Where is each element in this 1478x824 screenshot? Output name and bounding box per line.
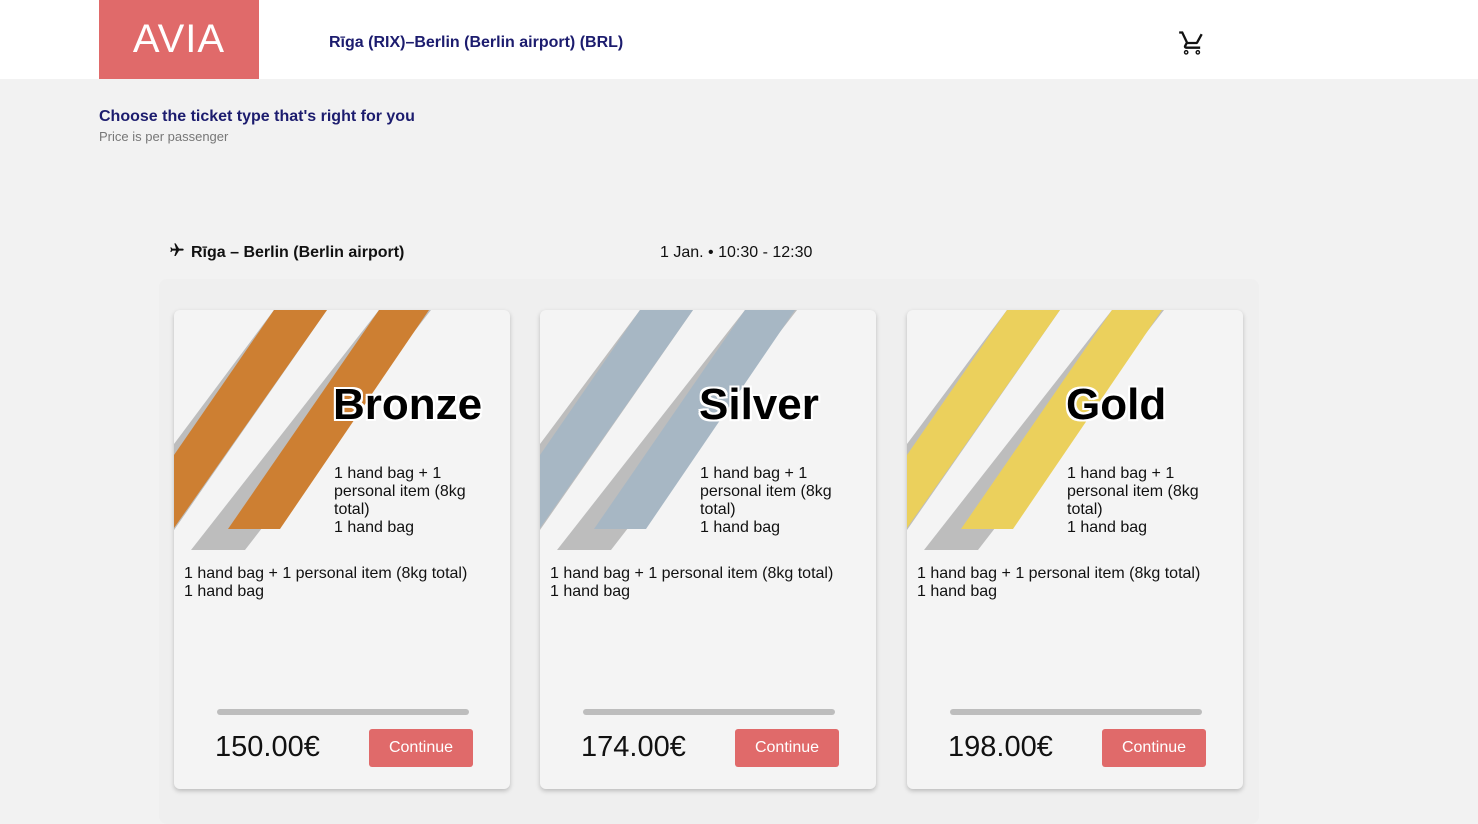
feature-list: 1 hand bag + 1 personal item (8kg total)… <box>550 565 870 601</box>
feature-item: 1 hand bag <box>550 583 631 600</box>
flight-datetime: 1 Jan. • 10:30 - 12:30 <box>660 244 813 261</box>
divider-bar <box>950 709 1202 715</box>
feature-item: 1 hand bag <box>917 583 998 600</box>
tier-summary-line-2: 1 hand bag <box>334 519 415 536</box>
page-title: Choose the ticket type that's right for … <box>99 108 415 125</box>
feature-item: 1 hand bag + 1 personal item (8kg total) <box>184 565 468 582</box>
continue-button[interactable]: Continue <box>735 729 839 767</box>
continue-button[interactable]: Continue <box>1102 729 1206 767</box>
tier-summary: 1 hand bag + 1 personal item (8kg total)… <box>334 465 484 537</box>
ticket-card-gold[interactable]: Gold 1 hand bag + 1 personal item (8kg t… <box>907 310 1243 789</box>
shopping-cart-icon[interactable] <box>1178 29 1206 57</box>
tier-title: Gold <box>1066 380 1167 429</box>
tier-summary-line-2: 1 hand bag <box>1067 519 1148 536</box>
price: 198.00€ <box>948 731 1053 763</box>
tier-title: Silver <box>699 380 819 429</box>
price: 150.00€ <box>215 731 320 763</box>
tier-summary-line-1: 1 hand bag + 1 personal item (8kg total) <box>334 465 466 518</box>
flight-route-label: Rīga – Berlin (Berlin airport) <box>191 243 405 261</box>
feature-list: 1 hand bag + 1 personal item (8kg total)… <box>917 565 1237 601</box>
ticket-card-bronze[interactable]: Bronze 1 hand bag + 1 personal item (8kg… <box>174 310 510 789</box>
continue-button[interactable]: Continue <box>369 729 473 767</box>
tier-summary: 1 hand bag + 1 personal item (8kg total)… <box>1067 465 1217 537</box>
feature-list: 1 hand bag + 1 personal item (8kg total)… <box>184 565 504 601</box>
airplane-icon <box>169 242 185 263</box>
tier-summary-line-1: 1 hand bag + 1 personal item (8kg total) <box>700 465 832 518</box>
flight-route: Rīga – Berlin (Berlin airport) <box>169 242 404 263</box>
page-subtitle: Price is per passenger <box>99 129 229 144</box>
logo[interactable]: AVIA <box>99 0 259 79</box>
route-title: Rīga (RIX)–Berlin (Berlin airport) (BRL) <box>329 34 624 51</box>
feature-item: 1 hand bag + 1 personal item (8kg total) <box>917 565 1201 582</box>
price: 174.00€ <box>581 731 686 763</box>
divider-bar <box>217 709 469 715</box>
ticket-card-silver[interactable]: Silver 1 hand bag + 1 personal item (8kg… <box>540 310 876 789</box>
top-bar: AVIA Rīga (RIX)–Berlin (Berlin airport) … <box>0 0 1478 79</box>
tier-title: Bronze <box>333 380 483 429</box>
tier-summary-line-1: 1 hand bag + 1 personal item (8kg total) <box>1067 465 1199 518</box>
tier-summary-line-2: 1 hand bag <box>700 519 781 536</box>
feature-item: 1 hand bag <box>184 583 265 600</box>
feature-item: 1 hand bag + 1 personal item (8kg total) <box>550 565 834 582</box>
tier-summary: 1 hand bag + 1 personal item (8kg total)… <box>700 465 850 537</box>
divider-bar <box>583 709 835 715</box>
